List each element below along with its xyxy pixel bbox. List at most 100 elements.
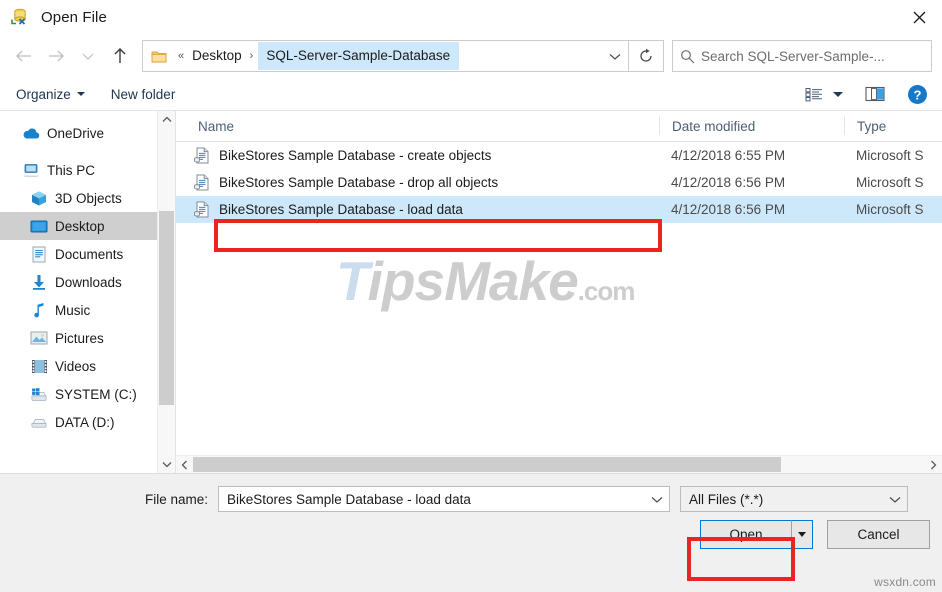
file-row[interactable]: BikeStores Sample Database - load data4/… xyxy=(176,196,942,223)
sidebar-item-label: Videos xyxy=(55,359,96,374)
search-placeholder: Search SQL-Server-Sample-... xyxy=(701,49,885,64)
navigation-bar: « Desktop › SQL-Server-Sample-Database S… xyxy=(0,34,942,78)
scrollbar-track[interactable] xyxy=(193,457,925,472)
sidebar-item-label: Downloads xyxy=(55,275,122,290)
desktop-icon xyxy=(30,217,48,235)
file-name-text: BikeStores Sample Database - create obje… xyxy=(219,148,491,163)
open-button[interactable]: Open xyxy=(700,520,791,549)
organize-button[interactable]: Organize xyxy=(16,87,85,102)
file-name-label: File name: xyxy=(0,492,218,507)
file-list-pane: ▴ NameDate modifiedType BikeStores Sampl… xyxy=(175,111,942,473)
sidebar-item-label: Music xyxy=(55,303,90,318)
arrow-left-icon[interactable] xyxy=(8,40,40,72)
sidebar-list: OneDrive This PC 3D Objects Desktop Document… xyxy=(0,119,175,436)
breadcrumb-item-desktop[interactable]: Desktop xyxy=(189,42,245,70)
arrow-right-icon[interactable] xyxy=(40,40,72,72)
sidebar-item-label: 3D Objects xyxy=(55,191,122,206)
sidebar-group-gap xyxy=(0,147,175,156)
file-name-row: File name: BikeStores Sample Database - … xyxy=(0,474,942,512)
new-folder-button[interactable]: New folder xyxy=(111,87,176,102)
chevron-down-icon[interactable] xyxy=(602,42,628,70)
arrow-up-icon[interactable] xyxy=(104,40,136,72)
sidebar-vertical-scrollbar[interactable] xyxy=(157,111,175,473)
watermark-part-gray-2: Make xyxy=(444,250,578,312)
scrollbar-thumb[interactable] xyxy=(193,457,781,472)
caret-down-icon xyxy=(77,92,85,96)
breadcrumb-item-current[interactable]: SQL-Server-Sample-Database xyxy=(258,42,459,70)
sidebar-item-onedrive[interactable]: OneDrive xyxy=(0,119,175,147)
sidebar-item-desktop[interactable]: Desktop xyxy=(0,212,175,240)
file-name-cell: BikeStores Sample Database - drop all ob… xyxy=(176,174,659,191)
breadcrumb-overflow[interactable]: « xyxy=(173,42,189,70)
dialog-footer: File name: BikeStores Sample Database - … xyxy=(0,473,942,592)
sidebar-item-music[interactable]: Music xyxy=(0,296,175,324)
chevron-down-icon[interactable] xyxy=(72,40,104,72)
cancel-button[interactable]: Cancel xyxy=(827,520,930,549)
scrollbar-thumb[interactable] xyxy=(159,211,174,405)
sidebar-item-videos[interactable]: Videos xyxy=(0,352,175,380)
search-input[interactable]: Search SQL-Server-Sample-... xyxy=(672,40,932,72)
sql-script-file-icon xyxy=(194,147,210,164)
caret-down-icon xyxy=(798,532,806,537)
sidebar-item-this-pc[interactable]: This PC xyxy=(0,156,175,184)
3d-objects-icon xyxy=(30,189,48,207)
file-list-horizontal-scrollbar[interactable] xyxy=(176,455,942,473)
sidebar-item-data-d[interactable]: DATA (D:) xyxy=(0,408,175,436)
sidebar-item-downloads[interactable]: Downloads xyxy=(0,268,175,296)
file-date-modified-cell: 4/12/2018 6:56 PM xyxy=(659,175,844,190)
sql-script-file-icon xyxy=(194,174,210,191)
preview-pane-icon[interactable] xyxy=(865,86,885,102)
sidebar-item-3d-objects[interactable]: 3D Objects xyxy=(0,184,175,212)
command-bar-right: ? xyxy=(805,84,942,105)
downloads-icon xyxy=(30,273,48,291)
view-list-icon[interactable] xyxy=(805,87,823,102)
chevron-right-icon[interactable] xyxy=(925,460,942,470)
file-name-cell: BikeStores Sample Database - create obje… xyxy=(176,147,659,164)
pictures-icon xyxy=(30,329,48,347)
column-header-date-modified[interactable]: Date modified xyxy=(659,117,844,135)
chevron-down-icon[interactable] xyxy=(158,456,175,473)
sql-script-file-icon xyxy=(194,201,210,218)
new-folder-label: New folder xyxy=(111,87,176,102)
sidebar-item-pictures[interactable]: Pictures xyxy=(0,324,175,352)
chevron-up-icon[interactable] xyxy=(158,111,175,128)
file-name-cell: BikeStores Sample Database - load data xyxy=(176,201,659,218)
address-bar[interactable]: « Desktop › SQL-Server-Sample-Database xyxy=(142,40,629,72)
music-icon xyxy=(30,301,48,319)
sidebar-item-system-c[interactable]: SYSTEM (C:) xyxy=(0,380,175,408)
column-header-type[interactable]: Type xyxy=(844,117,924,135)
help-icon[interactable]: ? xyxy=(907,84,928,105)
file-name-text: BikeStores Sample Database - load data xyxy=(219,202,463,217)
documents-icon xyxy=(30,245,48,263)
column-header-row: NameDate modifiedType xyxy=(176,111,942,142)
watermark-part-gray-1: ips xyxy=(368,250,444,312)
sidebar-item-label: This PC xyxy=(47,163,95,178)
corner-watermark: wsxdn.com xyxy=(874,575,936,589)
close-icon[interactable] xyxy=(896,0,942,34)
open-split-button[interactable]: Open xyxy=(700,520,813,549)
drive-icon xyxy=(30,413,48,431)
file-type-filter-select[interactable]: All Files (*.*) xyxy=(680,486,908,512)
chevron-down-icon[interactable] xyxy=(833,92,843,97)
file-rows: BikeStores Sample Database - create obje… xyxy=(176,142,942,223)
column-header-name[interactable]: Name xyxy=(176,117,659,135)
sidebar-item-label: Documents xyxy=(55,247,123,262)
organize-label: Organize xyxy=(16,87,71,102)
file-row[interactable]: BikeStores Sample Database - create obje… xyxy=(176,142,942,169)
file-name-input[interactable]: BikeStores Sample Database - load data xyxy=(218,486,670,512)
sidebar-item-label: SYSTEM (C:) xyxy=(55,387,137,402)
chevron-down-icon[interactable] xyxy=(883,495,907,504)
file-row[interactable]: BikeStores Sample Database - drop all ob… xyxy=(176,169,942,196)
open-dropdown-button[interactable] xyxy=(791,520,813,549)
chevron-left-icon[interactable] xyxy=(176,460,193,470)
chevron-down-icon[interactable] xyxy=(645,495,669,504)
tipsmake-watermark: TipsMake.com xyxy=(336,249,634,313)
command-bar: Organize New folder ? xyxy=(0,78,942,111)
sidebar-item-label: Desktop xyxy=(55,219,105,234)
breadcrumb-separator: › xyxy=(245,42,259,70)
sidebar-item-label: OneDrive xyxy=(47,126,104,141)
sidebar-item-documents[interactable]: Documents xyxy=(0,240,175,268)
refresh-icon[interactable] xyxy=(629,40,664,72)
sidebar-item-label: DATA (D:) xyxy=(55,415,115,430)
navigation-pane: OneDrive This PC 3D Objects Desktop Document… xyxy=(0,111,175,473)
